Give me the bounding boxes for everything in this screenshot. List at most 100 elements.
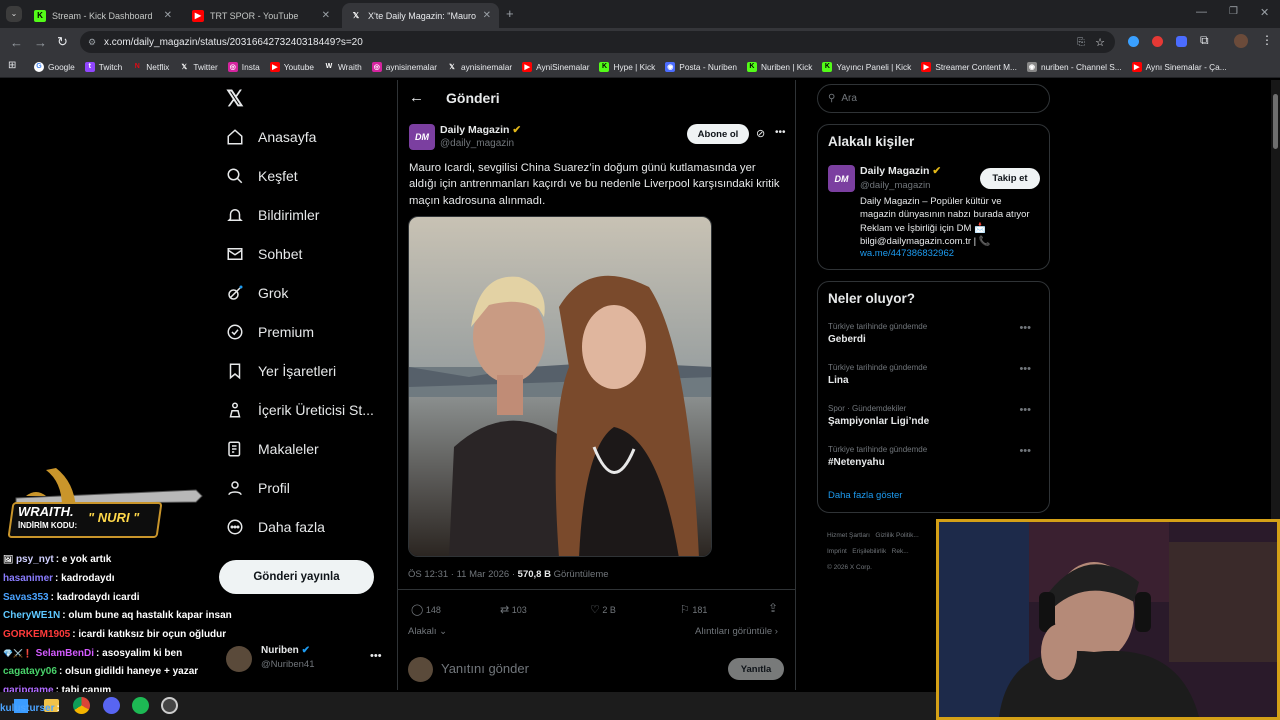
- footer-link[interactable]: Erişilebilirlik: [852, 548, 886, 555]
- bookmark-aynisinemalar-2[interactable]: 𝕏aynisinemalar: [447, 62, 512, 72]
- nav-chat[interactable]: Sohbet: [226, 245, 302, 263]
- more-icon[interactable]: •••: [1019, 404, 1031, 416]
- url-input[interactable]: ⚙ x.com/daily_magazin/status/20316642732…: [80, 31, 1115, 53]
- bookmark-youtube[interactable]: ▶ Youtube: [269, 61, 314, 72]
- nav-grok[interactable]: Grok: [226, 284, 288, 302]
- post-timestamp[interactable]: ÖS 12:31 · 11 Mar 2026 ·: [408, 569, 515, 580]
- subscribe-button[interactable]: Abone ol: [687, 124, 749, 144]
- back-icon[interactable]: ←: [10, 35, 23, 50]
- author-name[interactable]: Daily Magazin ✔: [440, 124, 521, 136]
- bookmark-streamer-content[interactable]: ▶ Streamer Content M...: [921, 61, 1017, 72]
- apps-grid-icon[interactable]: ⊞: [8, 60, 16, 71]
- more-icon[interactable]: •••: [775, 127, 786, 138]
- trend-item[interactable]: Spor · Gündemdekiler Şampiyonlar Ligi’nd…: [828, 404, 1041, 427]
- bookmark-netflix[interactable]: N Netflix: [132, 62, 170, 72]
- install-app-icon[interactable]: ⎘: [1077, 37, 1085, 48]
- bookmark-posta[interactable]: ◉ Posta - Nuriben: [665, 61, 737, 72]
- bookmark-wraith[interactable]: W Wraith: [324, 62, 362, 72]
- account-switcher[interactable]: Nuriben ✔ @Nuriben41 •••: [226, 644, 386, 676]
- person-name[interactable]: Daily Magazin ✔: [860, 165, 941, 177]
- profile-avatar[interactable]: [1234, 34, 1248, 48]
- close-tab-icon[interactable]: ✕: [322, 10, 330, 21]
- extension-icon-3[interactable]: [1176, 36, 1187, 47]
- window-close-button[interactable]: ✕: [1260, 6, 1269, 19]
- reply-button[interactable]: Yanıtla: [728, 658, 784, 680]
- discord-icon[interactable]: [103, 697, 120, 714]
- person-link[interactable]: wa.me/447386832962: [860, 248, 954, 259]
- nav-more[interactable]: Daha fazla: [226, 518, 325, 536]
- bookmark-google[interactable]: G Google: [34, 61, 75, 72]
- footer-link[interactable]: Gizlilik Politik...: [875, 532, 918, 539]
- bookmark-aynisinemalar-3[interactable]: ▶ AyniSinemalar: [522, 61, 589, 72]
- window-maximize-button[interactable]: ❐: [1229, 6, 1238, 17]
- bookmark-yayinci-paneli[interactable]: K Yayıncı Paneli | Kick: [822, 61, 911, 72]
- nav-profile[interactable]: Profil: [226, 479, 290, 497]
- nav-explore[interactable]: Keşfet: [226, 167, 298, 185]
- tab-search-button[interactable]: ⌄: [6, 6, 22, 22]
- view-quotes-link[interactable]: Alıntıları görüntüle ›: [695, 626, 778, 637]
- x-logo-icon[interactable]: 𝕏: [226, 86, 244, 112]
- bookmark-aynisinemalar-1[interactable]: ◎ aynisinemalar: [371, 61, 437, 72]
- trend-item[interactable]: Türkiye tarihinde gündemde Geberdi •••: [828, 322, 1041, 345]
- nav-home[interactable]: Anasayfa: [226, 128, 316, 146]
- chrome-menu-icon[interactable]: ⋮: [1261, 33, 1273, 47]
- bookmark-ayni-sinemalar[interactable]: ▶ Aynı Sinemalar - Ça...: [1131, 61, 1227, 72]
- close-tab-icon[interactable]: ✕: [164, 10, 172, 21]
- author-avatar[interactable]: DM: [409, 124, 435, 150]
- post-button[interactable]: Gönderi yayınla: [219, 560, 374, 594]
- follow-button[interactable]: Takip et: [980, 168, 1040, 189]
- spotify-icon[interactable]: [132, 697, 149, 714]
- bookmark-twitch[interactable]: t Twitch: [84, 61, 122, 72]
- sort-relevant-dropdown[interactable]: Alakalı ⌄: [408, 626, 447, 637]
- more-icon[interactable]: •••: [1019, 445, 1031, 457]
- scrollbar-thumb[interactable]: [1273, 94, 1278, 149]
- bookmark-star-icon[interactable]: ☆: [1095, 36, 1105, 49]
- more-icon[interactable]: •••: [1019, 363, 1031, 375]
- footer-link[interactable]: Imprint: [827, 548, 847, 555]
- obs-icon[interactable]: [161, 697, 178, 714]
- share-icon[interactable]: ⇪: [768, 601, 778, 615]
- repost-action[interactable]: ⇄ 103: [500, 603, 527, 616]
- footer-link[interactable]: Rek...: [892, 548, 909, 555]
- trend-item[interactable]: Türkiye tarihinde gündemde #Netenyahu ••…: [828, 445, 1041, 468]
- more-icon[interactable]: •••: [370, 650, 382, 662]
- close-tab-icon[interactable]: ✕: [483, 10, 491, 21]
- chrome-icon[interactable]: [73, 697, 90, 714]
- reply-action[interactable]: ◯ 148: [411, 603, 441, 616]
- bookmark-nuriben-kick[interactable]: K Nuriben | Kick: [746, 61, 812, 72]
- more-icon[interactable]: •••: [1019, 322, 1031, 334]
- bookmark-action[interactable]: ⚐ 181: [680, 603, 707, 616]
- nav-premium[interactable]: Premium: [226, 323, 314, 341]
- extension-icon-2[interactable]: [1152, 36, 1163, 47]
- tab-x-post[interactable]: 𝕏 X'te Daily Magazin: "Mauro Icar... ✕: [342, 3, 499, 28]
- reload-icon[interactable]: ↻: [57, 34, 68, 50]
- forward-icon[interactable]: →: [34, 35, 47, 50]
- post-image[interactable]: [408, 216, 712, 557]
- bookmark-insta[interactable]: ◎ Insta: [227, 61, 260, 72]
- bookmark-twitter[interactable]: 𝕏 Twitter: [179, 62, 218, 72]
- person-handle[interactable]: @daily_magazin: [860, 180, 930, 191]
- nav-notifications[interactable]: Bildirimler: [226, 206, 319, 224]
- nav-creator-studio[interactable]: İçerik Üreticisi St...: [226, 401, 374, 419]
- footer-link[interactable]: Hizmet Şartları: [827, 532, 870, 539]
- bookmark-hype-kick[interactable]: K Hype | Kick: [599, 61, 655, 72]
- trend-item[interactable]: Türkiye tarihinde gündemde Lina •••: [828, 363, 1041, 386]
- search-input[interactable]: ⚲ Ara: [817, 84, 1050, 113]
- show-more-link[interactable]: Daha fazla göster: [828, 490, 902, 501]
- grok-icon[interactable]: ⊘: [756, 127, 765, 140]
- extension-icon-1[interactable]: [1128, 36, 1139, 47]
- new-tab-button[interactable]: +: [506, 6, 514, 21]
- reply-input[interactable]: Yanıtını gönder: [441, 661, 529, 676]
- tab-trt-spor[interactable]: ▶ TRT SPOR - YouTube ✕: [184, 3, 338, 28]
- extensions-puzzle-icon[interactable]: ⧉: [1200, 33, 1209, 48]
- bookmark-nuriben-channel[interactable]: ◉ nuriben - Channel S...: [1026, 61, 1122, 72]
- like-action[interactable]: ♡ 2 B: [590, 603, 616, 616]
- person-avatar[interactable]: DM: [828, 165, 855, 192]
- nav-bookmarks[interactable]: Yer İşaretleri: [226, 362, 336, 380]
- tab-kick-dashboard[interactable]: K Stream - Kick Dashboard ✕: [26, 3, 180, 28]
- back-arrow-icon[interactable]: ←: [409, 89, 424, 106]
- window-minimize-button[interactable]: —: [1196, 6, 1207, 18]
- author-handle[interactable]: @daily_magazin: [440, 138, 514, 149]
- nav-articles[interactable]: Makaleler: [226, 440, 319, 458]
- site-info-icon[interactable]: ⚙: [88, 37, 96, 48]
